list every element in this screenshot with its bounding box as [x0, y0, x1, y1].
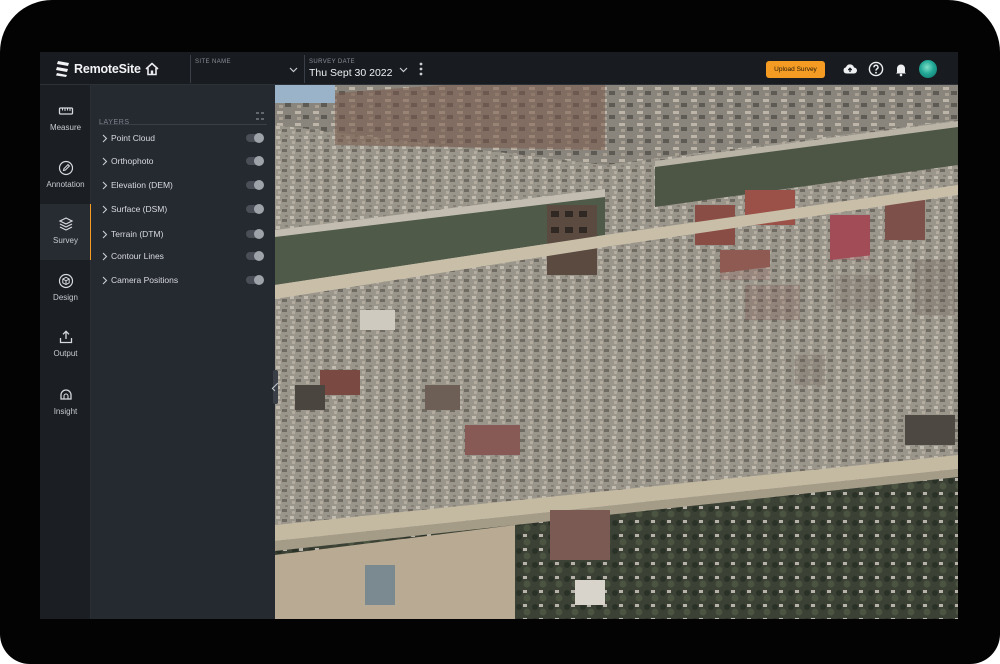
rail-item-output[interactable]: Output	[40, 317, 91, 373]
layer-row-surface-dsm[interactable]: Surface (DSM)	[99, 202, 267, 218]
aerial-survey-image	[275, 85, 958, 619]
chevron-right-icon	[102, 134, 108, 143]
layer-toggle[interactable]	[246, 180, 264, 190]
bell-icon[interactable]	[893, 61, 909, 77]
layer-toggle[interactable]	[246, 204, 264, 214]
chevron-right-icon	[102, 205, 108, 214]
layer-row-orthophoto[interactable]: Orthophoto	[99, 154, 267, 170]
chevron-down-icon	[399, 67, 408, 73]
chevron-right-icon	[102, 276, 108, 285]
layer-label: Elevation (DEM)	[111, 180, 173, 190]
layer-row-terrain-dtm[interactable]: Terrain (DTM)	[99, 227, 267, 243]
cloud-upload-icon[interactable]	[842, 61, 858, 77]
site-name-label: SITE NAME	[195, 59, 231, 65]
panel-collapse-handle[interactable]	[273, 370, 278, 404]
app-name: RemoteSite	[74, 62, 141, 76]
layer-toggle[interactable]	[246, 133, 264, 143]
survey-date-label: SURVEY DATE	[309, 59, 356, 65]
insight-icon	[59, 389, 72, 400]
avatar[interactable]	[919, 60, 937, 78]
layer-row-contour-lines[interactable]: Contour Lines	[99, 249, 267, 265]
collapse-icon[interactable]	[255, 111, 265, 121]
site-name-select[interactable]: SITE NAME	[190, 55, 302, 83]
layer-label: Surface (DSM)	[111, 204, 168, 214]
upload-survey-button[interactable]: Upload Survey	[766, 61, 825, 78]
rail-item-insight[interactable]: Insight	[40, 375, 91, 431]
layer-row-point-cloud[interactable]: Point Cloud	[99, 131, 267, 147]
rail-item-design[interactable]: Design	[40, 261, 91, 317]
rail-label-annotation: Annotation	[46, 180, 85, 189]
rail-label-output: Output	[53, 349, 78, 358]
layers-panel-header: LAYERS	[99, 111, 267, 126]
app-window: RemoteSite SITE NAME SURVEY DATE Thu Sep…	[40, 52, 958, 619]
app-logo[interactable]: RemoteSite	[55, 59, 141, 79]
layers-panel: LAYERS Point Cloud Orthophoto Elevation …	[91, 85, 275, 619]
rail-item-measure[interactable]: Measure	[40, 91, 91, 147]
layer-toggle[interactable]	[246, 275, 264, 285]
rail-label-survey: Survey	[53, 236, 78, 245]
cube-icon	[58, 273, 73, 289]
ruler-icon	[58, 107, 73, 115]
export-icon	[59, 330, 72, 344]
chevron-right-icon	[102, 252, 108, 261]
layer-toggle[interactable]	[246, 156, 264, 166]
chevron-right-icon	[102, 230, 108, 239]
layer-label: Terrain (DTM)	[111, 229, 164, 239]
layers-icon	[58, 217, 73, 231]
layer-toggle[interactable]	[246, 251, 264, 261]
tool-rail: Measure Annotation Survey Design Output …	[40, 85, 92, 619]
pencil-icon	[58, 160, 73, 176]
layer-label: Contour Lines	[111, 251, 164, 261]
more-vertical-icon[interactable]	[418, 61, 424, 77]
rail-label-measure: Measure	[49, 123, 82, 132]
top-bar: RemoteSite SITE NAME SURVEY DATE Thu Sep…	[40, 52, 958, 85]
help-icon[interactable]	[868, 61, 884, 77]
layer-label: Point Cloud	[111, 133, 155, 143]
remotesite-logo-icon	[56, 61, 69, 77]
rail-item-annotation[interactable]: Annotation	[40, 148, 91, 204]
chevron-right-icon	[102, 157, 108, 166]
survey-date-value: Thu Sept 30 2022	[309, 67, 393, 79]
chevron-right-icon	[102, 181, 108, 190]
layer-label: Camera Positions	[111, 275, 179, 285]
survey-date-select[interactable]: SURVEY DATE Thu Sept 30 2022	[304, 55, 412, 83]
rail-label-insight: Insight	[53, 407, 78, 416]
home-icon[interactable]	[144, 61, 160, 77]
chevron-down-icon	[289, 67, 298, 73]
map-viewport[interactable]	[275, 85, 958, 619]
layer-label: Orthophoto	[111, 156, 154, 166]
rail-label-design: Design	[53, 293, 78, 302]
layer-toggle[interactable]	[246, 229, 264, 239]
layer-row-elevation-dem[interactable]: Elevation (DEM)	[99, 178, 267, 194]
layers-panel-title: LAYERS	[99, 119, 130, 126]
rail-item-survey[interactable]: Survey	[40, 204, 92, 260]
layer-row-camera-positions[interactable]: Camera Positions	[99, 273, 267, 289]
